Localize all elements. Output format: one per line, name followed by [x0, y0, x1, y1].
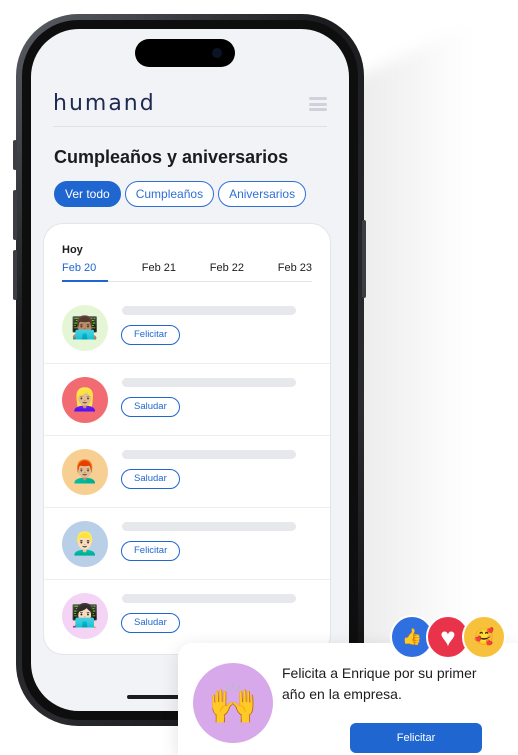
avatar: 👩🏻‍💻: [62, 593, 108, 639]
felicitar-button[interactable]: Felicitar: [350, 723, 482, 753]
reaction-icons: 👍 ♥ 🥰: [390, 615, 510, 661]
stage: humand Cumpleaños y aniversarios Ver tod…: [0, 0, 518, 755]
saludar-button[interactable]: Saludar: [121, 469, 180, 489]
avatar: 👨🏽‍💻: [62, 305, 108, 351]
page-title: Cumpleaños y aniversarios: [54, 147, 289, 167]
avatar: 👱🏻‍♂️: [62, 521, 108, 567]
phone-bezel: humand Cumpleaños y aniversarios Ver tod…: [22, 20, 358, 720]
volume-up-button: [13, 190, 17, 240]
notification-message: Felicita a Enrique por su primer año en …: [282, 665, 477, 702]
felicitar-button[interactable]: Felicitar: [121, 325, 181, 345]
person-row: 👨🏼‍🦰 Saludar: [44, 436, 330, 508]
phone-screen: humand Cumpleaños y aniversarios Ver tod…: [31, 29, 349, 711]
person-row: 👱🏼‍♀️ Saludar: [44, 364, 330, 436]
filter-chip-aniversarios[interactable]: Aniversarios: [218, 181, 307, 207]
name-placeholder: [122, 522, 296, 531]
person-row: 👩🏻‍💻 Saludar: [44, 580, 330, 652]
today-label: Hoy: [62, 244, 83, 256]
date-tab[interactable]: Feb 21: [142, 260, 176, 282]
dynamic-island: [135, 39, 235, 67]
phone-frame: humand Cumpleaños y aniversarios Ver tod…: [16, 14, 364, 726]
date-tab[interactable]: Feb 20: [62, 260, 108, 282]
person-row: 👱🏻‍♂️ Felicitar: [44, 508, 330, 580]
date-tabs: Feb 20 Feb 21 Feb 22 Feb 23: [62, 260, 312, 282]
celebration-avatar: 🙌: [193, 663, 273, 743]
camera-dot: [212, 48, 222, 58]
filter-chip-ver-todo[interactable]: Ver todo: [54, 181, 121, 207]
saludar-button[interactable]: Saludar: [121, 397, 180, 417]
filter-chips: Ver todo Cumpleaños Aniversarios: [54, 181, 307, 207]
avatar: 👱🏼‍♀️: [62, 377, 108, 423]
care-emoji-icon[interactable]: 🥰: [462, 615, 506, 659]
app-header: humand: [53, 87, 327, 127]
date-tab[interactable]: Feb 22: [210, 260, 244, 282]
celebrations-card: Hoy Feb 20 Feb 21 Feb 22 Feb 23 👨🏽‍💻 Fel…: [43, 223, 331, 655]
name-placeholder: [122, 594, 296, 603]
felicitar-button[interactable]: Felicitar: [121, 541, 181, 561]
volume-down-button: [13, 250, 17, 300]
name-placeholder: [122, 378, 296, 387]
filter-chip-cumpleanos[interactable]: Cumpleaños: [124, 181, 215, 207]
avatar: 👨🏼‍🦰: [62, 449, 108, 495]
saludar-button[interactable]: Saludar: [121, 613, 180, 633]
person-row: 👨🏽‍💻 Felicitar: [44, 292, 330, 364]
name-placeholder: [122, 450, 296, 459]
humand-logo: humand: [53, 91, 156, 116]
power-button: [362, 220, 366, 298]
menu-icon[interactable]: [309, 97, 327, 111]
name-placeholder: [122, 306, 296, 315]
date-tab[interactable]: Feb 23: [278, 260, 312, 282]
mute-switch: [13, 140, 17, 170]
